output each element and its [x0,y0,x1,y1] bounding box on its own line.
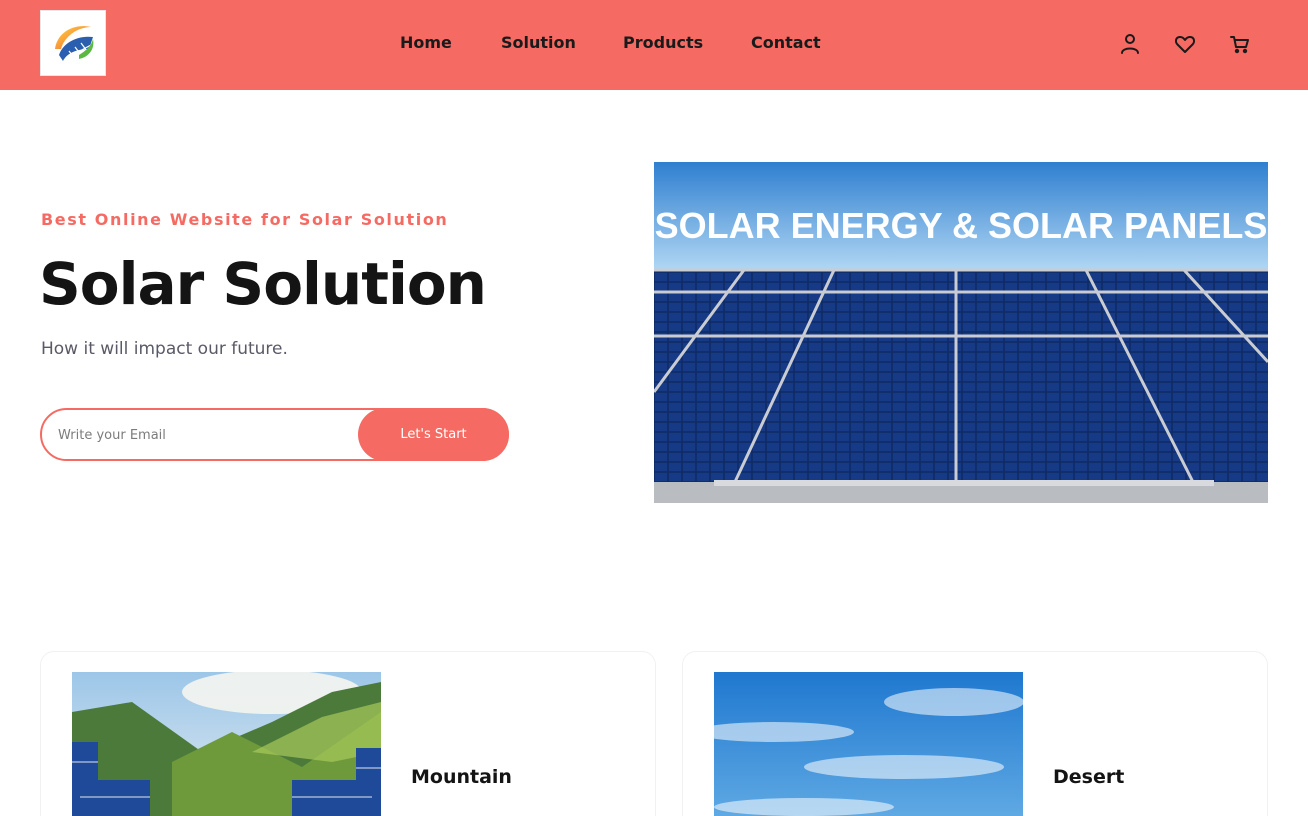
card-title-mountain: Mountain [411,766,512,788]
hero-subtitle: How it will impact our future. [41,339,288,359]
mountain-solar-image [72,672,381,816]
mountain-card[interactable]: Mountain [40,651,656,816]
lets-start-button[interactable]: Let's Start [358,408,509,461]
nav-contact-link[interactable]: Contact [751,33,821,52]
heart-icon[interactable] [1173,32,1197,56]
hero-title: Solar Solution [39,250,487,318]
nav-products-link[interactable]: Products [623,33,703,52]
hero-image-caption: SOLAR ENERGY & SOLAR PANELS [655,205,1268,246]
hero-tagline: Best Online Website for Solar Solution [41,210,449,229]
hero-solar-panels-image: SOLAR ENERGY & SOLAR PANELS [654,162,1268,503]
site-header: Home Solution Products Contact [0,0,1308,90]
nav-solution-link[interactable]: Solution [501,33,576,52]
desert-sky-image [714,672,1023,816]
desert-card[interactable]: Desert [682,651,1268,816]
email-signup-form: Let's Start [40,408,509,461]
user-icon[interactable] [1118,32,1142,56]
email-input[interactable] [58,424,348,446]
nav-home-link[interactable]: Home [400,33,452,52]
cart-icon[interactable] [1228,32,1252,56]
card-title-desert: Desert [1053,766,1125,788]
logo[interactable] [40,10,106,76]
solar-logo-icon [55,26,94,61]
